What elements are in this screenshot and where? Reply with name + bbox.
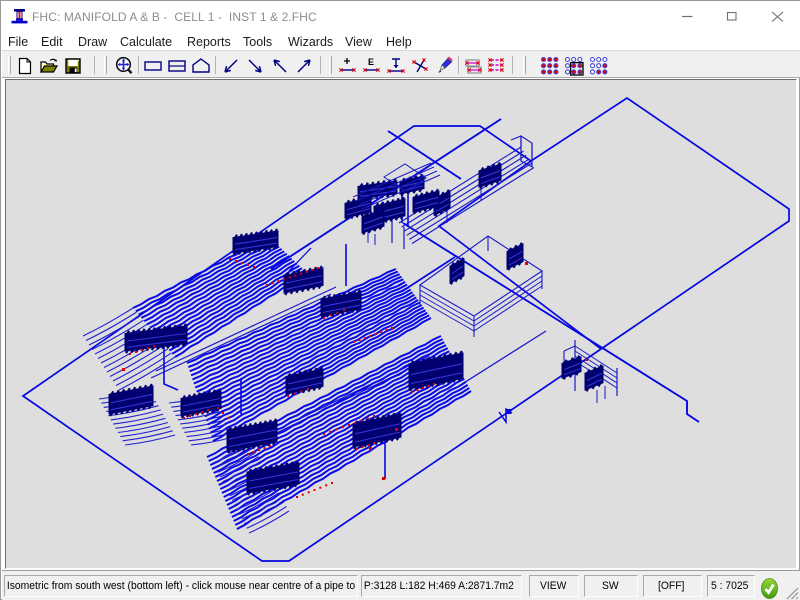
svg-text:E: E xyxy=(368,57,374,67)
